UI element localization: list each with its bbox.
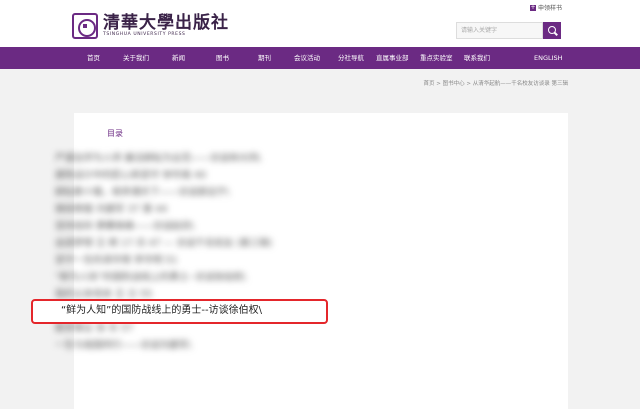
nav-english[interactable]: ENGLISH bbox=[534, 47, 563, 69]
toc-heading: 目录 bbox=[107, 129, 123, 138]
logo-subtitle: TSINGHUA UNIVERSITY PRESS bbox=[103, 32, 186, 37]
list-item: 追逐梦想 王 辉 17 月 47 — 访谈千名校友 (第三辑) bbox=[55, 238, 273, 249]
highlighted-toc-item[interactable]: “鲜为人知”的国防战线上的勇士--访谈徐伯权\ bbox=[31, 299, 328, 324]
list-item: 坚守一生的清华情 李华明 51 bbox=[55, 255, 178, 266]
nav-about[interactable]: 关于我们 bbox=[123, 47, 149, 69]
search-bar bbox=[456, 22, 561, 39]
logo-title: 清華大學出版社 bbox=[103, 13, 229, 33]
list-item: 严谨治学为人师 廉洁耕耘为业范——访谈林大同\ bbox=[55, 153, 261, 164]
apply-sample-link[interactable]: + 申领样书 bbox=[530, 3, 562, 12]
list-item: 建筑设计中的匠心和坚守 钟华南 40 bbox=[55, 170, 207, 181]
search-button[interactable] bbox=[543, 22, 561, 39]
nav-home[interactable]: 首页 bbox=[87, 47, 100, 69]
nav-branches[interactable]: 分社导航 bbox=[338, 47, 364, 69]
nav-contact[interactable]: 联系我们 bbox=[464, 47, 490, 69]
search-input[interactable] bbox=[456, 22, 543, 39]
list-item: 坚持信仰 勇攀高峰——访谈赵欣\ bbox=[55, 221, 195, 232]
plus-icon: + bbox=[530, 3, 536, 11]
site-header: 清華大學出版社 TSINGHUA UNIVERSITY PRESS + 申领样书 bbox=[0, 0, 640, 47]
nav-key-lab[interactable]: 重点实验室 bbox=[420, 47, 453, 69]
apply-sample-label: 申领样书 bbox=[538, 5, 563, 12]
nav-books[interactable]: 图书 bbox=[216, 47, 229, 69]
nav-news[interactable]: 新闻 bbox=[172, 47, 185, 69]
seal-icon bbox=[72, 13, 98, 39]
breadcrumb[interactable]: 首页 > 图书中心 > 从清华起航——千名校友访谈录 第三辑 bbox=[424, 79, 568, 87]
nav-divisions[interactable]: 直属事业部 bbox=[376, 47, 409, 69]
publisher-logo[interactable]: 清華大學出版社 TSINGHUA UNIVERSITY PRESS bbox=[72, 13, 229, 39]
list-item: 一生与祖国同行——访谈刘建军\ bbox=[55, 340, 192, 351]
list-item: 铸就辉煌 刘建军 37 第 44 bbox=[55, 204, 168, 215]
list-item: “鲜为人知”的国防战线上的勇士--访谈徐伯权\ bbox=[55, 272, 246, 283]
main-nav: 首页 关于我们 新闻 图书 期刊 会议活动 分社导航 直属事业部 重点实验室 联… bbox=[0, 47, 640, 69]
list-item: 耕耘数十载，桃李满天下——访谈郭远宁\ bbox=[55, 187, 230, 198]
nav-events[interactable]: 会议活动 bbox=[294, 47, 320, 69]
nav-journals[interactable]: 期刊 bbox=[258, 47, 271, 69]
